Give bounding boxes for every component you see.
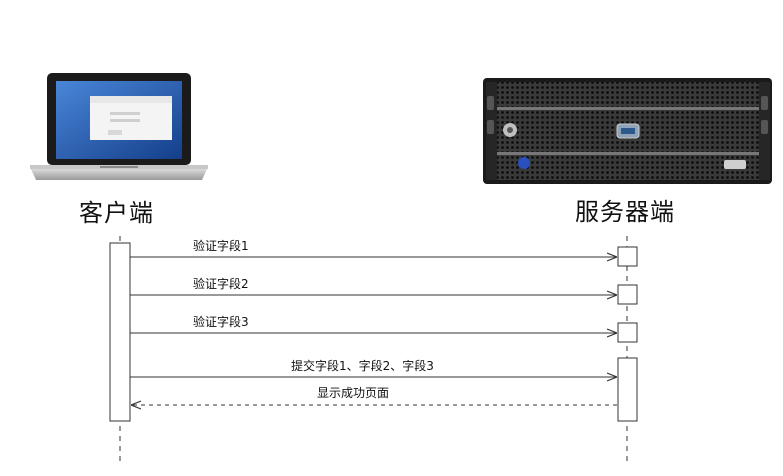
server-activation-box-1	[617, 246, 638, 267]
client-label: 客户端	[79, 199, 154, 227]
server-activation-box-3	[617, 322, 638, 343]
rack-server-icon	[483, 78, 772, 184]
client-activation-bar	[109, 242, 131, 422]
message-label-1: 验证字段1	[193, 239, 249, 253]
message-label-5: 显示成功页面	[317, 386, 390, 400]
message-label-3: 验证字段3	[193, 315, 249, 329]
server-label: 服务器端	[575, 198, 675, 226]
server-activation-bar-4	[617, 357, 638, 422]
message-label-2: 验证字段2	[193, 277, 249, 291]
sequence-diagram	[30, 73, 772, 466]
message-label-4: 提交字段1、字段2、字段3	[291, 359, 434, 373]
server-activation-box-2	[617, 284, 638, 305]
laptop-icon	[30, 73, 208, 180]
